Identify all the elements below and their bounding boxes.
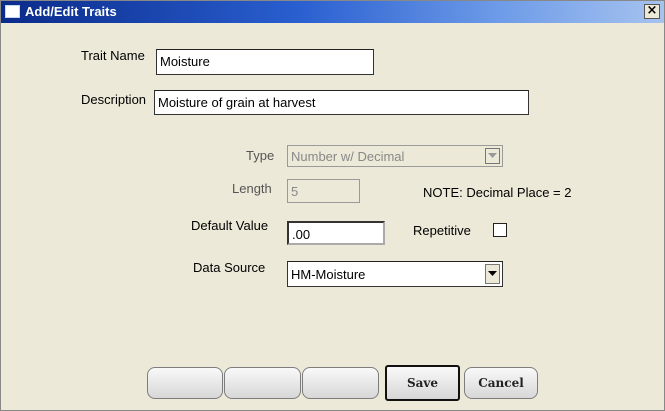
data-source-value: HM-Moisture: [291, 267, 366, 282]
save-button[interactable]: Save: [385, 365, 460, 401]
trait-name-input[interactable]: Moisture: [156, 49, 374, 75]
repetitive-label: Repetitive: [413, 223, 471, 238]
blank-button-3[interactable]: [302, 367, 379, 399]
decimal-note: NOTE: Decimal Place = 2: [423, 185, 572, 200]
repetitive-checkbox[interactable]: [493, 223, 507, 237]
length-label: Length: [232, 181, 272, 196]
window-icon: [5, 5, 20, 18]
description-input[interactable]: Moisture of grain at harvest: [154, 90, 529, 115]
blank-button-2[interactable]: [224, 367, 301, 399]
default-value-input[interactable]: .00: [287, 221, 385, 245]
chevron-down-icon[interactable]: [485, 148, 500, 164]
trait-name-label: Trait Name: [81, 48, 145, 63]
blank-button-1[interactable]: [147, 367, 223, 399]
description-label: Description: [81, 92, 147, 107]
add-edit-traits-dialog: Add/Edit Traits × Trait Name Moisture De…: [0, 0, 665, 411]
default-value-label: Default Value: [191, 218, 269, 233]
type-dropdown-value: Number w/ Decimal: [291, 149, 405, 164]
length-input[interactable]: 5: [287, 179, 360, 203]
type-dropdown[interactable]: Number w/ Decimal: [287, 145, 503, 167]
data-source-label: Data Source: [193, 260, 266, 275]
window-title: Add/Edit Traits: [25, 4, 117, 19]
cancel-button[interactable]: Cancel: [464, 367, 538, 399]
close-icon[interactable]: ×: [644, 4, 660, 19]
type-label: Type: [246, 148, 275, 163]
title-bar: Add/Edit Traits ×: [1, 1, 664, 23]
data-source-dropdown[interactable]: HM-Moisture: [287, 261, 503, 287]
chevron-down-icon[interactable]: [485, 264, 500, 284]
